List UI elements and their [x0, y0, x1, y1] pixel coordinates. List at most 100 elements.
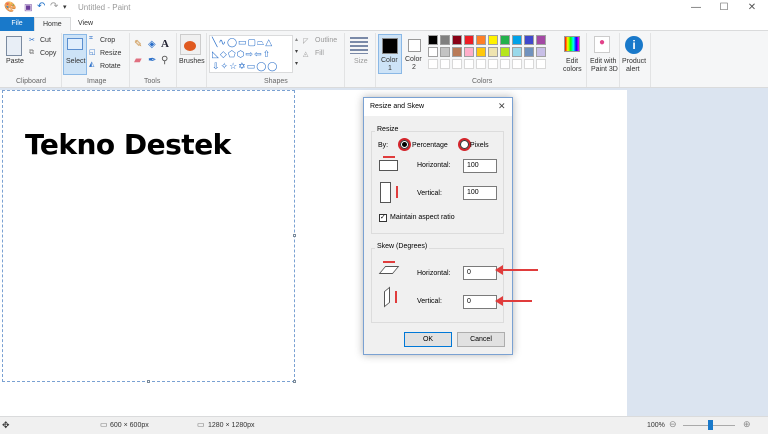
resize-handle-right[interactable]: [293, 234, 296, 237]
tab-home[interactable]: Home: [34, 17, 71, 32]
crop-button[interactable]: Crop: [100, 37, 115, 44]
pencil-icon[interactable]: ✎: [134, 39, 142, 50]
copy-button[interactable]: Copy: [40, 50, 56, 57]
color1-button[interactable]: Color 1: [378, 34, 402, 74]
brushes-button[interactable]: Brushes: [179, 58, 205, 65]
shapes-scroll-up-icon[interactable]: ▴: [295, 36, 298, 43]
redo-icon[interactable]: ↷: [50, 1, 58, 12]
tab-view[interactable]: View: [70, 17, 101, 31]
resize-handle-corner[interactable]: [293, 380, 296, 383]
custom-color-slot[interactable]: [524, 59, 534, 69]
maintain-aspect-label[interactable]: Maintain aspect ratio: [390, 214, 455, 221]
custom-color-slot[interactable]: [440, 59, 450, 69]
palette-color-swatch[interactable]: [500, 35, 510, 45]
pixels-radio[interactable]: [460, 140, 469, 149]
color2-button[interactable]: Color 2: [404, 34, 426, 74]
palette-color-swatch[interactable]: [488, 35, 498, 45]
dialog-close-icon[interactable]: ✕: [498, 101, 506, 112]
palette-color-swatch[interactable]: [512, 35, 522, 45]
zoom-out-button[interactable]: ⊖: [669, 419, 677, 430]
palette-color-swatch[interactable]: [524, 47, 534, 57]
canvas-text: Tekno Destek: [25, 128, 231, 161]
shapes-scroll-down-icon[interactable]: ▾: [295, 48, 298, 55]
fill-icon[interactable]: ◈: [148, 39, 156, 50]
palette-color-swatch[interactable]: [524, 35, 534, 45]
info-icon[interactable]: i: [625, 36, 643, 54]
palette-color-swatch[interactable]: [428, 47, 438, 57]
cut-button[interactable]: Cut: [40, 37, 51, 44]
quick-access-dropdown-icon[interactable]: ▾: [63, 3, 67, 11]
product-alert-label-2[interactable]: alert: [626, 66, 640, 73]
product-alert-label-1[interactable]: Product: [622, 58, 646, 65]
custom-color-slot[interactable]: [476, 59, 486, 69]
custom-color-slot[interactable]: [428, 59, 438, 69]
close-button[interactable]: ✕: [742, 2, 762, 13]
palette-color-swatch[interactable]: [440, 47, 450, 57]
rotate-button[interactable]: Rotate: [100, 63, 121, 70]
percentage-radio[interactable]: [400, 140, 409, 149]
cancel-button[interactable]: Cancel: [457, 332, 505, 347]
color-picker-icon[interactable]: ✒: [148, 55, 156, 66]
skew-horizontal-input[interactable]: 0: [463, 266, 497, 280]
skew-horizontal-arrow-icon: [383, 261, 395, 263]
brushes-icon[interactable]: [180, 34, 201, 55]
size-button[interactable]: Size: [354, 58, 368, 65]
resize-button[interactable]: Resize: [100, 50, 121, 57]
palette-color-swatch[interactable]: [464, 47, 474, 57]
palette-color-swatch[interactable]: [428, 35, 438, 45]
palette-color-swatch[interactable]: [464, 35, 474, 45]
tab-file[interactable]: File: [0, 17, 34, 31]
custom-color-slot[interactable]: [464, 59, 474, 69]
edit-colors-label-1[interactable]: Edit: [566, 58, 578, 65]
paint3d-label-1[interactable]: Edit with: [590, 58, 616, 65]
outline-button[interactable]: Outline: [315, 37, 337, 44]
paste-icon[interactable]: [6, 36, 22, 56]
zoom-in-button[interactable]: ⊕: [743, 419, 751, 430]
skew-fieldset: [371, 248, 504, 323]
resize-vertical-input[interactable]: 100: [463, 186, 497, 200]
edit-colors-icon[interactable]: [564, 36, 580, 52]
palette-color-swatch[interactable]: [488, 47, 498, 57]
percentage-label[interactable]: Percentage: [412, 142, 448, 149]
custom-color-slot[interactable]: [488, 59, 498, 69]
palette-color-swatch[interactable]: [452, 35, 462, 45]
custom-color-slot[interactable]: [512, 59, 522, 69]
eraser-icon[interactable]: ▰: [134, 55, 142, 66]
save-icon[interactable]: ▣: [24, 2, 33, 13]
pixels-label[interactable]: Pixels: [470, 142, 489, 149]
minimize-button[interactable]: —: [686, 2, 706, 13]
shapes-gallery[interactable]: ╲∿◯▭▢⏢△ ◺◇⬠⬡⇨⇦⇧ ⇩✧☆✡▭◯◯: [209, 35, 293, 73]
paste-button[interactable]: Paste: [6, 58, 24, 65]
ok-button[interactable]: OK: [404, 332, 452, 347]
horizontal-arrow-icon: [383, 156, 395, 158]
palette-color-swatch[interactable]: [536, 35, 546, 45]
paint3d-icon[interactable]: ●: [594, 36, 610, 53]
resize-horizontal-input[interactable]: 100: [463, 159, 497, 173]
paint3d-label-2[interactable]: Paint 3D: [591, 66, 618, 73]
maintain-aspect-checkbox[interactable]: ✓: [379, 214, 387, 222]
palette-color-swatch[interactable]: [476, 35, 486, 45]
palette-color-swatch[interactable]: [512, 47, 522, 57]
custom-color-slot[interactable]: [452, 59, 462, 69]
palette-color-swatch[interactable]: [536, 47, 546, 57]
annotation-arrowhead-vertical: [495, 296, 503, 306]
palette-color-swatch[interactable]: [452, 47, 462, 57]
shapes-expand-icon[interactable]: ▾: [295, 60, 298, 67]
color2-label: Color: [405, 56, 422, 63]
text-icon[interactable]: A: [161, 38, 169, 50]
skew-vertical-input[interactable]: 0: [463, 295, 497, 309]
maximize-button[interactable]: ☐: [714, 2, 734, 13]
custom-color-slot[interactable]: [536, 59, 546, 69]
select-button[interactable]: Select: [63, 34, 87, 75]
undo-icon[interactable]: ↶: [37, 1, 45, 12]
custom-color-slot[interactable]: [500, 59, 510, 69]
zoom-slider-thumb[interactable]: [708, 420, 713, 430]
fill-button[interactable]: Fill: [315, 50, 324, 57]
magnifier-icon[interactable]: ⚲: [161, 55, 168, 66]
palette-color-swatch[interactable]: [500, 47, 510, 57]
palette-color-swatch[interactable]: [476, 47, 486, 57]
size-icon[interactable]: [350, 37, 368, 54]
resize-handle-bottom[interactable]: [147, 380, 150, 383]
edit-colors-label-2[interactable]: colors: [563, 66, 582, 73]
palette-color-swatch[interactable]: [440, 35, 450, 45]
